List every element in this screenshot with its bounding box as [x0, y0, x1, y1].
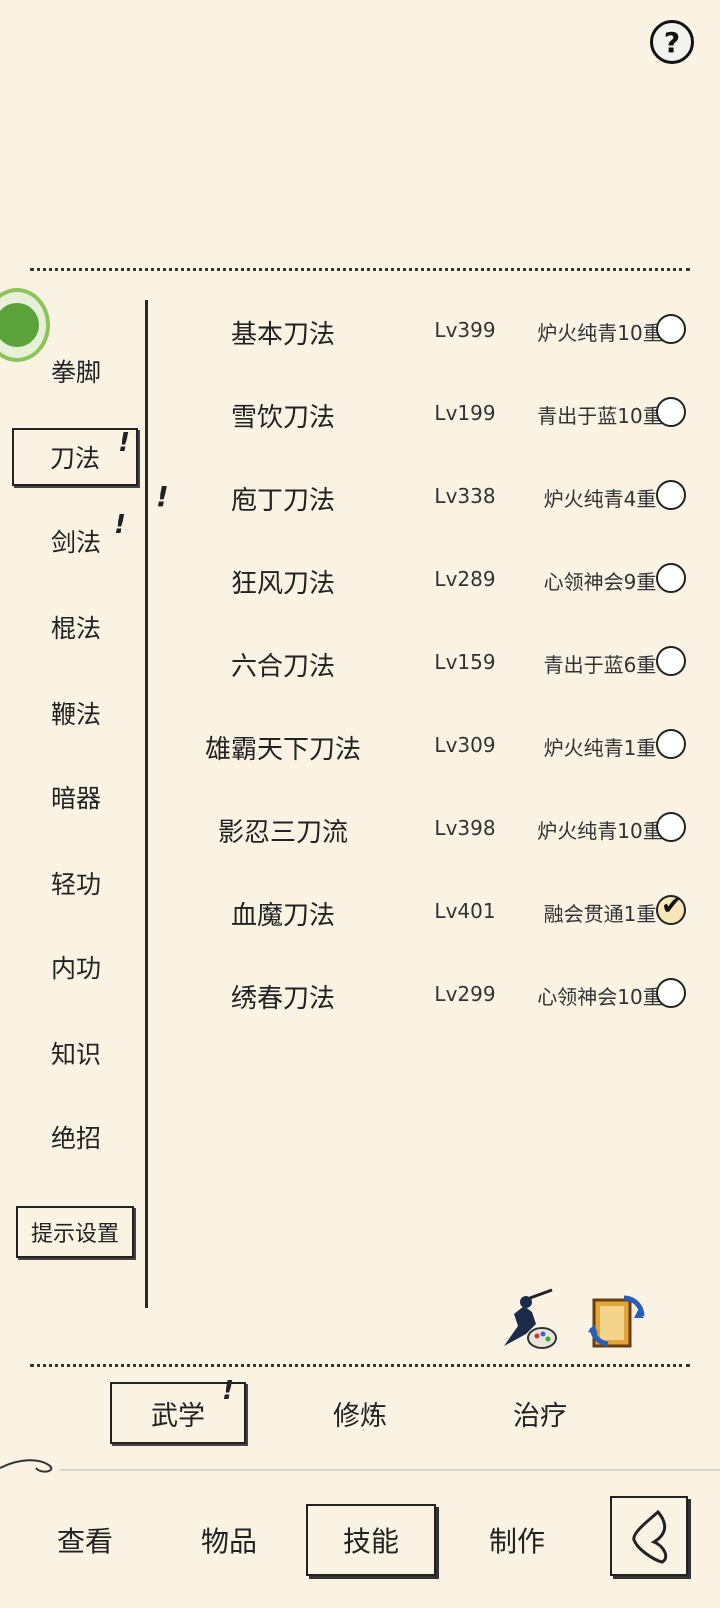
skill-row[interactable]: 六合刀法 Lv159 青出于蓝6重 — [150, 632, 710, 692]
skill-row[interactable]: 庖丁刀法 Lv338 炉火纯青4重 — [150, 466, 710, 526]
skill-radio[interactable] — [656, 563, 686, 593]
skill-row[interactable]: 绣春刀法 Lv299 心领神会10重 — [150, 964, 710, 1024]
skill-name: 血魔刀法 — [230, 901, 335, 931]
nav-tab-label: 物品 — [200, 1525, 257, 1558]
subtab-label: 治疗 — [513, 1400, 567, 1432]
nav-tab-label: 制作 — [488, 1525, 545, 1558]
hint-settings-label: 提示设置 — [30, 1222, 119, 1247]
category-label: 轻功 — [50, 870, 101, 899]
category-qinggong[interactable]: 轻功 — [20, 854, 132, 912]
back-icon — [632, 1509, 668, 1564]
column-divider — [145, 300, 148, 1308]
skill-row[interactable]: 基本刀法 Lv399 炉火纯青10重 — [150, 300, 710, 360]
skill-row[interactable]: 血魔刀法 Lv401 融会贯通1重 ✔ — [150, 881, 710, 941]
ninja-palette-icon[interactable] — [496, 1288, 562, 1354]
category-neigong[interactable]: 内功 — [20, 938, 132, 996]
skill-radio[interactable] — [656, 729, 686, 759]
nav-tab-skills[interactable]: 技能 — [306, 1504, 436, 1576]
category-label: 刀法 — [49, 444, 100, 473]
category-zhishi[interactable]: 知识 — [20, 1024, 132, 1082]
top-divider — [30, 268, 690, 271]
category-label: 知识 — [50, 1040, 101, 1069]
category-label: 内功 — [50, 954, 101, 983]
subtab-label: 修炼 — [333, 1400, 387, 1432]
alert-mark: ! — [114, 510, 126, 540]
avatar-image — [0, 303, 39, 347]
nav-tab-view[interactable]: 查看 — [20, 1504, 150, 1576]
alert-mark: ! — [222, 1376, 234, 1406]
skill-name: 庖丁刀法 — [230, 486, 335, 516]
swirl-ornament — [0, 1459, 720, 1473]
category-daofa[interactable]: 刀法 ! — [12, 428, 138, 486]
category-label: 绝招 — [50, 1124, 101, 1153]
help-button[interactable]: ? — [650, 20, 694, 64]
category-label: 暗器 — [50, 784, 101, 813]
skill-name: 雪饮刀法 — [230, 403, 335, 433]
category-gunfa[interactable]: 棍法 — [20, 598, 132, 656]
subtab-label: 武学 — [151, 1400, 205, 1432]
category-quanjiao[interactable]: 拳脚 — [20, 342, 132, 400]
skill-radio[interactable] — [656, 812, 686, 842]
skill-row[interactable]: 雪饮刀法 Lv199 青出于蓝10重 — [150, 383, 710, 443]
category-label: 剑法 — [50, 528, 101, 557]
hint-settings-button[interactable]: 提示设置 — [16, 1206, 134, 1258]
category-juezhao[interactable]: 绝招 — [20, 1108, 132, 1166]
swap-scroll-icon[interactable] — [584, 1288, 650, 1354]
skill-name: 基本刀法 — [230, 320, 335, 350]
skill-name: 绣春刀法 — [230, 984, 335, 1014]
category-label: 棍法 — [50, 614, 101, 643]
category-jianfa[interactable]: 剑法 ! — [20, 510, 132, 570]
skill-radio[interactable] — [656, 646, 686, 676]
category-label: 鞭法 — [50, 700, 101, 729]
category-anqi[interactable]: 暗器 — [20, 768, 132, 826]
help-icon: ? — [663, 25, 681, 59]
category-bianfa[interactable]: 鞭法 — [20, 684, 132, 742]
category-label: 拳脚 — [50, 358, 101, 387]
nav-tab-items[interactable]: 物品 — [164, 1504, 294, 1576]
skill-name: 雄霸天下刀法 — [204, 735, 361, 765]
skill-row[interactable]: 狂风刀法 Lv289 心领神会9重 — [150, 549, 710, 609]
alert-mark: ! — [118, 428, 130, 458]
subtab-zhiliao[interactable]: 治疗 — [472, 1382, 608, 1444]
skill-name: 影忍三刀流 — [217, 818, 348, 848]
skill-radio[interactable] — [656, 978, 686, 1008]
subtab-xiulian[interactable]: 修炼 — [292, 1382, 428, 1444]
skill-radio[interactable] — [656, 314, 686, 344]
subtab-wuxue[interactable]: 武学 ! — [110, 1376, 246, 1444]
skill-radio[interactable] — [656, 480, 686, 510]
skill-name: 狂风刀法 — [230, 569, 335, 599]
skill-name: 六合刀法 — [230, 652, 335, 682]
nav-tab-label: 技能 — [342, 1525, 399, 1558]
nav-tab-label: 查看 — [56, 1525, 113, 1558]
skill-radio-checked[interactable]: ✔ — [656, 891, 686, 925]
check-icon: ✔ — [661, 891, 683, 921]
skill-row[interactable]: 影忍三刀流 Lv398 炉火纯青10重 — [150, 798, 710, 858]
bottom-divider — [30, 1364, 690, 1367]
back-button[interactable] — [610, 1496, 688, 1576]
nav-tab-craft[interactable]: 制作 — [452, 1504, 582, 1576]
skill-radio[interactable] — [656, 397, 686, 427]
skill-row[interactable]: 雄霸天下刀法 Lv309 炉火纯青1重 — [150, 715, 710, 775]
